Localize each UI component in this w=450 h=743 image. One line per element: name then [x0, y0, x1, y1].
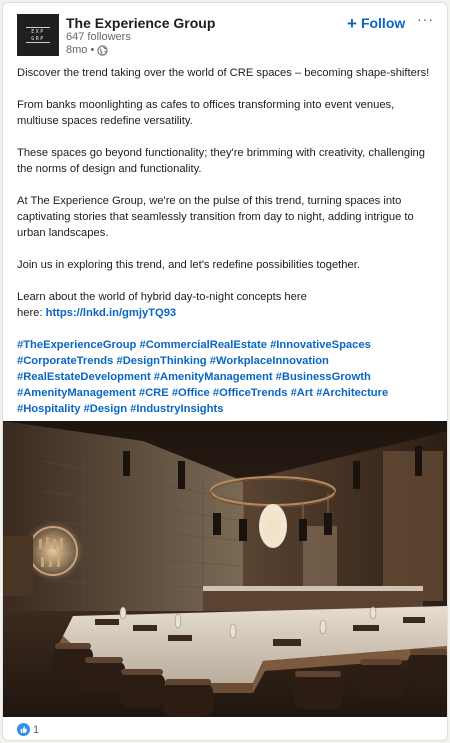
- follower-count: 647 followers: [66, 31, 131, 43]
- hashtag[interactable]: #AmenityManagement: [154, 371, 273, 383]
- post-image[interactable]: [3, 421, 447, 717]
- post-card: EXP GRP The Experience Group 647 followe…: [2, 2, 448, 741]
- link-prefix: here:: [17, 307, 46, 319]
- hashtag[interactable]: #CRE: [139, 387, 169, 399]
- hashtag-list: #TheExperienceGroup #CommercialRealEstat…: [17, 337, 437, 417]
- hashtag[interactable]: #Architecture: [316, 387, 388, 399]
- follow-label: Follow: [360, 15, 406, 31]
- more-options-button[interactable]: ···: [417, 11, 434, 27]
- post-paragraph-4: At The Experience Group, we're on the pu…: [17, 195, 414, 239]
- hashtag[interactable]: #TheExperienceGroup: [17, 339, 136, 351]
- learn-more-text: Learn about the world of hybrid day-to-n…: [17, 291, 307, 303]
- follow-button[interactable]: + Follow: [347, 12, 405, 34]
- post-paragraph-6: Learn about the world of hybrid day-to-n…: [17, 289, 437, 321]
- hashtag[interactable]: #Design: [84, 403, 128, 415]
- post-age: 8mo •: [66, 44, 95, 56]
- restaurant-interior-image: [3, 421, 447, 717]
- company-logo[interactable]: EXP GRP: [17, 14, 59, 56]
- post-text: Discover the trend taking over the world…: [17, 65, 437, 417]
- company-name[interactable]: The Experience Group: [66, 15, 215, 31]
- hashtag[interactable]: #Art: [291, 387, 313, 399]
- post-paragraph-1: Discover the trend taking over the world…: [17, 67, 430, 79]
- logo-mark: EXP GRP: [26, 27, 50, 43]
- hashtag[interactable]: #IndustryInsights: [130, 403, 223, 415]
- hashtag[interactable]: #AmenityManagement: [17, 387, 136, 399]
- like-icon[interactable]: [17, 723, 30, 736]
- logo-text-top: EXP: [31, 28, 45, 35]
- post-meta: 8mo •: [66, 44, 108, 56]
- post-paragraph-3: These spaces go beyond functionality; th…: [17, 147, 425, 175]
- post-header: EXP GRP The Experience Group 647 followe…: [3, 3, 447, 61]
- hashtag[interactable]: #BusinessGrowth: [276, 371, 371, 383]
- hashtag[interactable]: #RealEstateDevelopment: [17, 371, 151, 383]
- hashtag[interactable]: #CommercialRealEstate: [139, 339, 266, 351]
- hashtag[interactable]: #DesignThinking: [116, 355, 206, 367]
- hashtag[interactable]: #InnovativeSpaces: [270, 339, 371, 351]
- hashtag[interactable]: #Hospitality: [17, 403, 80, 415]
- logo-text-bottom: GRP: [31, 35, 45, 42]
- post-paragraph-5: Join us in exploring this trend, and let…: [17, 259, 360, 271]
- reaction-count[interactable]: 1: [33, 724, 39, 736]
- plus-icon: +: [347, 13, 357, 33]
- post-link[interactable]: https://lnkd.in/gmjyTQ93: [46, 307, 177, 319]
- hashtag[interactable]: #Office: [172, 387, 210, 399]
- hashtag[interactable]: #WorkplaceInnovation: [210, 355, 329, 367]
- post-paragraph-2: From banks moonlighting as cafes to offi…: [17, 99, 395, 127]
- reaction-bar: 1: [3, 717, 447, 740]
- globe-icon: [97, 44, 108, 56]
- hashtag[interactable]: #CorporateTrends: [17, 355, 113, 367]
- hashtag[interactable]: #OfficeTrends: [213, 387, 288, 399]
